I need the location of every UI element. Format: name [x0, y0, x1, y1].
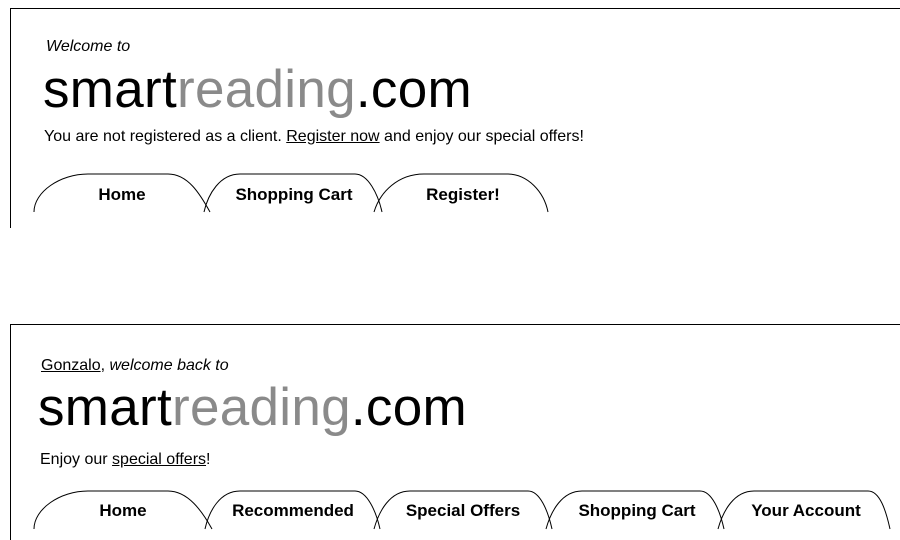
- tab-your-account-label: Your Account: [751, 501, 861, 520]
- member-site-logo: smartreading.com: [38, 381, 467, 434]
- member-tab-bar: Home Recommended Special Offers Shopping…: [33, 490, 891, 530]
- tab-home[interactable]: Home: [33, 490, 213, 530]
- guest-tab-bar: Home Shopping Cart Register!: [33, 173, 549, 213]
- tab-shopping-cart[interactable]: Shopping Cart: [545, 490, 725, 530]
- logo-part-com: .com: [355, 60, 472, 119]
- tab-register[interactable]: Register!: [373, 173, 549, 213]
- tab-home-label: Home: [99, 501, 146, 520]
- special-offers-link[interactable]: special offers: [112, 451, 206, 468]
- member-welcome-text: Gonzalo, welcome back to: [41, 357, 229, 375]
- notice-text-after: and enjoy our special offers!: [379, 128, 584, 145]
- tab-shopping-cart-label: Shopping Cart: [578, 501, 695, 520]
- tab-special-offers-label: Special Offers: [406, 501, 520, 520]
- logo-part-com: .com: [350, 378, 467, 437]
- welcome-back-text: welcome back to: [109, 357, 229, 374]
- tab-shopping-cart[interactable]: Shopping Cart: [203, 173, 383, 213]
- tab-shopping-cart-label: Shopping Cart: [235, 185, 352, 204]
- member-header-top-border: [10, 324, 900, 325]
- logo-part-reading: reading: [172, 378, 351, 437]
- guest-welcome-text: Welcome to: [46, 38, 131, 55]
- notice-text-before: Enjoy our: [40, 451, 113, 468]
- notice-text-after: !: [206, 451, 211, 468]
- tab-register-label: Register!: [426, 185, 500, 204]
- logo-part-reading: reading: [177, 60, 356, 119]
- tab-your-account[interactable]: Your Account: [717, 490, 891, 530]
- tab-home-label: Home: [98, 185, 145, 204]
- guest-header-top-border: [10, 8, 900, 9]
- logo-part-smart: smart: [38, 378, 172, 437]
- tab-special-offers[interactable]: Special Offers: [373, 490, 553, 530]
- logo-part-smart: smart: [43, 60, 177, 119]
- user-name-link[interactable]: Gonzalo: [41, 357, 101, 374]
- member-offers-notice: Enjoy our special offers!: [40, 451, 210, 469]
- tab-recommended[interactable]: Recommended: [204, 490, 381, 530]
- register-now-link[interactable]: Register now: [286, 128, 379, 145]
- guest-registration-notice: You are not registered as a client. Regi…: [44, 128, 584, 146]
- tab-home[interactable]: Home: [33, 173, 211, 213]
- guest-site-logo: smartreading.com: [43, 63, 472, 116]
- tab-recommended-label: Recommended: [232, 501, 354, 520]
- notice-text-before: You are not registered as a client.: [44, 128, 287, 145]
